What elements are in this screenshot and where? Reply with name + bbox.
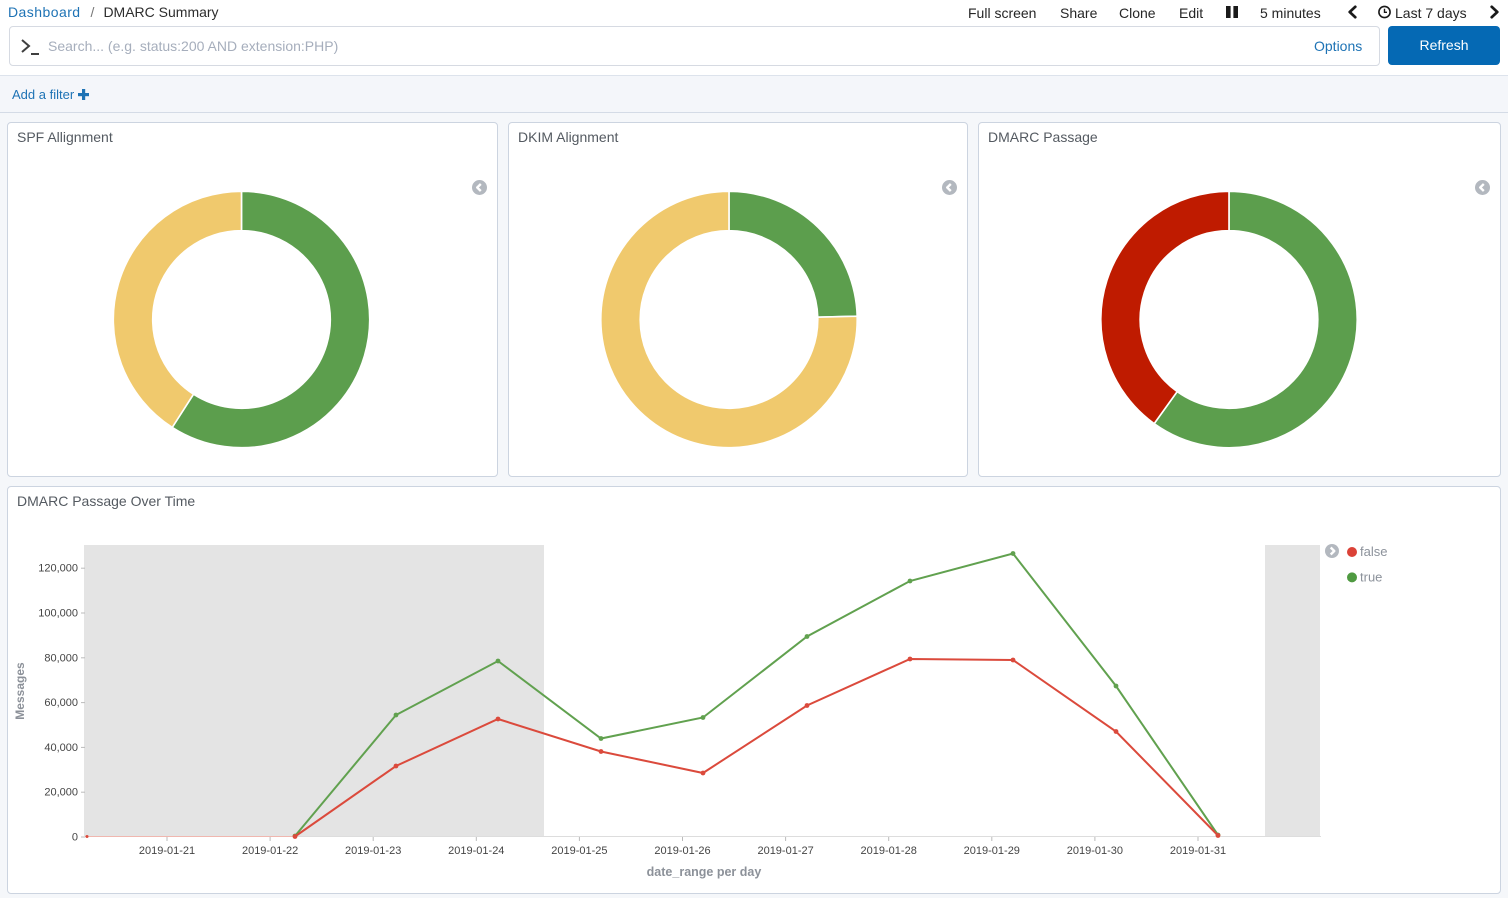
svg-text:2019-01-31: 2019-01-31 — [1170, 845, 1226, 857]
svg-text:80,000: 80,000 — [44, 652, 78, 664]
svg-text:2019-01-29: 2019-01-29 — [964, 845, 1020, 857]
svg-text:false: false — [1360, 544, 1387, 559]
svg-text:0: 0 — [72, 832, 78, 844]
svg-text:2019-01-21: 2019-01-21 — [139, 845, 195, 857]
svg-text:40,000: 40,000 — [44, 742, 78, 754]
svg-text:2019-01-28: 2019-01-28 — [861, 845, 917, 857]
svg-text:Messages: Messages — [13, 662, 27, 720]
svg-text:2019-01-30: 2019-01-30 — [1067, 845, 1123, 857]
svg-text:true: true — [1360, 569, 1382, 584]
svg-text:20,000: 20,000 — [44, 787, 78, 799]
svg-text:date_range per day: date_range per day — [647, 865, 762, 879]
svg-text:2019-01-27: 2019-01-27 — [757, 845, 813, 857]
svg-text:2019-01-22: 2019-01-22 — [242, 845, 298, 857]
svg-text:100,000: 100,000 — [38, 608, 78, 620]
svg-text:120,000: 120,000 — [38, 563, 78, 575]
svg-text:2019-01-23: 2019-01-23 — [345, 845, 401, 857]
svg-text:60,000: 60,000 — [44, 697, 78, 709]
svg-text:2019-01-26: 2019-01-26 — [654, 845, 710, 857]
svg-text:2019-01-24: 2019-01-24 — [448, 845, 504, 857]
svg-text:2019-01-25: 2019-01-25 — [551, 845, 607, 857]
